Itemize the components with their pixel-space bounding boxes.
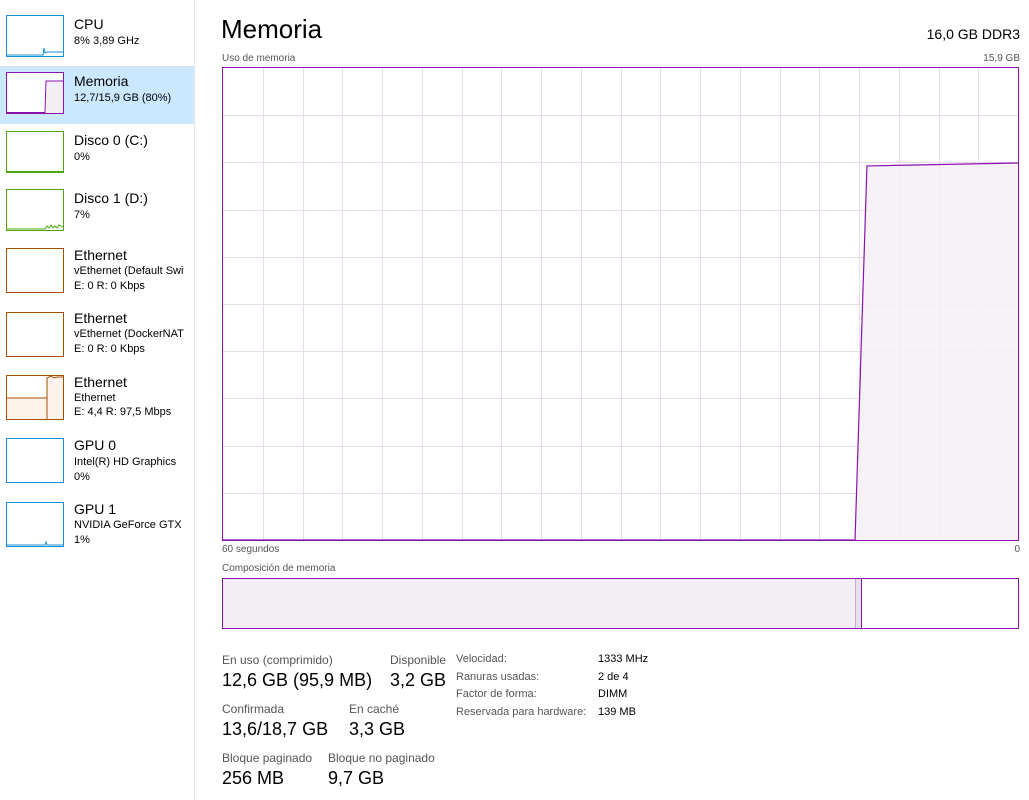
stat-label: Disponible xyxy=(390,653,447,667)
sidebar-item-title: Ethernet xyxy=(74,374,127,390)
sidebar-item-ethernet-docker[interactable]: Ethernet vEthernet (DockerNAT) E: 0 R: 0… xyxy=(0,304,194,366)
sidebar-item-title: GPU 1 xyxy=(74,501,117,517)
hardware-label: 16,0 GB DDR3 xyxy=(926,26,1020,42)
stat-value: 256 MB xyxy=(222,768,285,788)
gpu-0-thumbnail-graph xyxy=(6,438,64,483)
sidebar-item-detail: vEthernet (DockerNAT) xyxy=(74,328,184,340)
stat-committed: Confirmada 13,6/18,7 GB xyxy=(222,702,328,740)
sidebar-item-detail: Ethernet xyxy=(74,392,116,404)
sidebar-item-detail: vEthernet (Default Switch) xyxy=(74,265,184,277)
stat-value: 13,6/18,7 GB xyxy=(222,719,329,739)
sidebar-item-title: Memoria xyxy=(74,73,129,89)
sidebar: CPU 8% 3,89 GHz Memoria 12,7/15,9 GB (80… xyxy=(0,0,195,800)
sidebar-item-ethernet[interactable]: Ethernet Ethernet E: 4,4 R: 97,5 Mbps xyxy=(0,368,194,430)
graph-label: Uso de memoria xyxy=(222,53,296,64)
sidebar-item-title: Disco 0 (C:) xyxy=(74,132,148,148)
sidebar-item-title: Disco 1 (D:) xyxy=(74,190,148,206)
stat-value: 12,6 GB (95,9 MB) xyxy=(222,670,373,690)
composition-in-use[interactable] xyxy=(223,579,855,628)
sidebar-item-detail: 12,7/15,9 GB (80%) xyxy=(74,92,172,104)
ethernet-thumbnail-graph xyxy=(6,248,64,293)
time-axis-start-label: 60 segundos xyxy=(222,544,280,555)
sidebar-item-throughput: E: 0 R: 0 Kbps xyxy=(74,343,145,355)
graph-max-label: 15,9 GB xyxy=(983,53,1020,64)
stat-value: 9,7 GB xyxy=(328,768,385,788)
stat-paged-pool: Bloque paginado 256 MB xyxy=(222,751,312,789)
sidebar-item-title: Ethernet xyxy=(74,247,127,263)
sidebar-item-cpu[interactable]: CPU 8% 3,89 GHz xyxy=(0,7,194,65)
sidebar-item-detail: 7% xyxy=(74,209,90,221)
ethernet-thumbnail-graph xyxy=(6,312,64,357)
sidebar-item-gpu-0[interactable]: GPU 0 Intel(R) HD Graphics 0% xyxy=(0,432,194,494)
gpu-1-thumbnail-graph xyxy=(6,502,64,547)
memory-usage-graph xyxy=(222,67,1019,541)
sidebar-item-throughput: E: 0 R: 0 Kbps xyxy=(74,280,145,292)
sidebar-item-usage: 0% xyxy=(74,471,90,483)
detail-key: Factor de forma: xyxy=(456,688,537,700)
sidebar-item-throughput: E: 4,4 R: 97,5 Mbps xyxy=(74,406,172,418)
sidebar-item-detail: Intel(R) HD Graphics xyxy=(74,456,177,468)
stat-label: En uso (comprimido) xyxy=(222,653,333,667)
detail-key: Reservada para hardware: xyxy=(456,705,587,718)
stat-label: En caché xyxy=(349,702,400,716)
composition-modified[interactable] xyxy=(855,579,862,628)
sidebar-item-detail: 8% 3,89 GHz xyxy=(74,35,140,47)
detail-value: 139 MB xyxy=(598,705,636,718)
sidebar-item-title: CPU xyxy=(74,16,104,32)
detail-value: 2 de 4 xyxy=(598,670,629,683)
detail-value: 1333 MHz xyxy=(598,653,649,665)
stat-label: Bloque no paginado xyxy=(328,751,435,765)
stat-label: Confirmada xyxy=(222,702,285,716)
detail-key: Ranuras usadas: xyxy=(456,670,540,683)
page-title: Memoria xyxy=(221,14,323,44)
sidebar-item-memory[interactable]: Memoria 12,7/15,9 GB (80%) xyxy=(0,66,194,124)
stat-value: 3,2 GB xyxy=(390,670,447,690)
stat-cached: En caché 3,3 GB xyxy=(349,702,405,740)
sidebar-item-disk-1[interactable]: Disco 1 (D:) 7% xyxy=(0,182,194,240)
detail-key: Velocidad: xyxy=(456,653,507,665)
composition-label: Composición de memoria xyxy=(222,563,336,574)
detail-value: DIMM xyxy=(598,688,628,700)
sidebar-item-ethernet-default[interactable]: Ethernet vEthernet (Default Switch) E: 0… xyxy=(0,240,194,302)
stat-in-use: En uso (comprimido) 12,6 GB (95,9 MB) xyxy=(222,653,372,691)
memory-usage-plot xyxy=(223,68,1018,540)
sidebar-item-usage: 1% xyxy=(74,534,90,546)
sidebar-item-disk-0[interactable]: Disco 0 (C:) 0% xyxy=(0,124,194,182)
ethernet-thumbnail-graph xyxy=(6,375,64,420)
sidebar-item-detail: 0% xyxy=(74,151,90,163)
sidebar-item-detail: NVIDIA GeForce GTX xyxy=(74,519,182,531)
sidebar-item-title: Ethernet xyxy=(74,310,127,326)
memory-thumbnail-graph xyxy=(6,72,64,114)
stat-available: Disponible 3,2 GB xyxy=(390,653,446,691)
sidebar-item-gpu-1[interactable]: GPU 1 NVIDIA GeForce GTX 1% xyxy=(0,496,194,558)
cpu-thumbnail-graph xyxy=(6,15,64,57)
stat-value: 3,3 GB xyxy=(349,719,406,739)
disk-0-thumbnail-graph xyxy=(6,131,64,173)
stat-label: Bloque paginado xyxy=(222,751,313,765)
sidebar-item-title: GPU 0 xyxy=(74,437,117,453)
disk-1-thumbnail-graph xyxy=(6,189,64,231)
stat-nonpaged-pool: Bloque no paginado 9,7 GB xyxy=(328,751,435,789)
time-axis-end-label: 0 xyxy=(1014,544,1020,555)
memory-panel: Memoria 16,0 GB DDR3 Uso de memoria 15,9… xyxy=(196,0,1029,800)
memory-composition-bar xyxy=(222,578,1019,629)
